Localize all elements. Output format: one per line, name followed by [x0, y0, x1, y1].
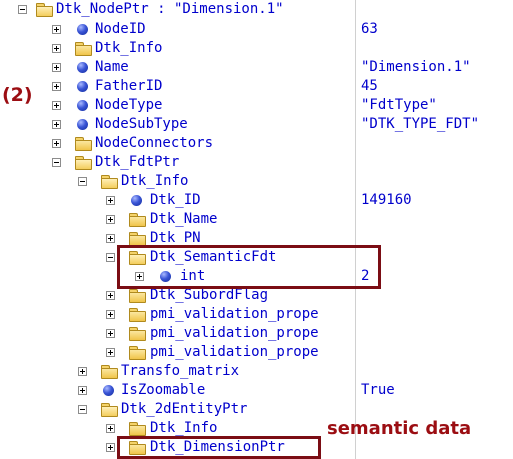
expand-toggle[interactable] — [106, 310, 115, 319]
collapse-toggle[interactable] — [78, 405, 87, 414]
node-value: True — [361, 382, 395, 398]
property-tree: Dtk_NodePtr : "Dimension.1" NodeID 63 Dt… — [0, 0, 513, 459]
property-ball-icon — [131, 195, 142, 206]
expand-toggle[interactable] — [106, 424, 115, 433]
folder-icon — [75, 42, 92, 56]
tree-row-transfo-matrix[interactable]: Transfo_matrix — [0, 362, 513, 381]
tree-row-nodetype[interactable]: NodeType "FdtType" — [0, 96, 513, 115]
expand-toggle[interactable] — [52, 101, 61, 110]
folder-icon — [129, 346, 146, 360]
tree-row-dtk-2dentityptr[interactable]: Dtk_2dEntityPtr — [0, 400, 513, 419]
node-label: NodeID — [95, 21, 146, 37]
node-label: Dtk_Info — [150, 420, 218, 436]
dimension-ptr-highlight-box — [117, 436, 321, 459]
folder-open-icon — [101, 403, 118, 417]
node-value: 149160 — [361, 192, 412, 208]
node-label: Dtk_ID — [150, 192, 201, 208]
expand-toggle[interactable] — [52, 63, 61, 72]
expand-toggle[interactable] — [106, 215, 115, 224]
folder-open-icon — [75, 156, 92, 170]
tree-row-pmi-validation-2[interactable]: pmi_validation_prope — [0, 324, 513, 343]
annotation-label-2: (2) — [2, 84, 33, 106]
tree-row-dtk-name[interactable]: Dtk_Name — [0, 210, 513, 229]
expand-toggle[interactable] — [106, 443, 115, 452]
property-ball-icon — [103, 385, 114, 396]
expand-toggle[interactable] — [106, 196, 115, 205]
annotation-semantic-data: semantic data — [327, 418, 472, 439]
node-label: FatherID — [95, 78, 163, 94]
folder-icon — [75, 137, 92, 151]
expand-toggle[interactable] — [106, 291, 115, 300]
node-value: 63 — [361, 21, 378, 37]
node-label: Transfo_matrix — [121, 363, 240, 379]
tree-row-pmi-validation-1[interactable]: pmi_validation_prope — [0, 305, 513, 324]
folder-icon — [129, 422, 146, 436]
tree-row-iszoomable[interactable]: IsZoomable True — [0, 381, 513, 400]
tree-row-root[interactable]: Dtk_NodePtr : "Dimension.1" — [0, 0, 513, 19]
expand-toggle[interactable] — [52, 82, 61, 91]
node-label: NodeType — [95, 97, 163, 113]
node-label: Dtk_SubordFlag — [150, 287, 269, 303]
semantic-fdt-highlight-box — [117, 245, 381, 289]
node-value: "Dimension.1" — [361, 59, 471, 75]
property-ball-icon — [77, 100, 88, 111]
node-label: Dtk_2dEntityPtr — [121, 401, 248, 417]
tree-row-dtk-info[interactable]: Dtk_Info — [0, 39, 513, 58]
expand-toggle[interactable] — [78, 386, 87, 395]
expand-toggle[interactable] — [52, 139, 61, 148]
tree-row-pmi-validation-3[interactable]: pmi_validation_prope — [0, 343, 513, 362]
folder-icon — [129, 308, 146, 322]
tree-row-name[interactable]: Name "Dimension.1" — [0, 58, 513, 77]
tree-row-nodeid[interactable]: NodeID 63 — [0, 20, 513, 39]
node-label: pmi_validation_prope — [150, 344, 319, 360]
node-label: pmi_validation_prope — [150, 306, 319, 322]
node-label: IsZoomable — [121, 382, 206, 398]
node-label: NodeSubType — [95, 116, 188, 132]
node-label: pmi_validation_prope — [150, 325, 319, 341]
node-label: Dtk_Name — [150, 211, 218, 227]
expand-toggle[interactable] — [106, 348, 115, 357]
property-ball-icon — [77, 24, 88, 35]
node-label: Dtk_Info — [121, 173, 189, 189]
collapse-toggle[interactable] — [18, 5, 27, 14]
folder-icon — [129, 289, 146, 303]
expand-toggle[interactable] — [52, 25, 61, 34]
node-label: NodeConnectors — [95, 135, 214, 151]
collapse-toggle[interactable] — [78, 177, 87, 186]
property-ball-icon — [77, 62, 88, 73]
folder-open-icon — [36, 3, 53, 17]
property-ball-icon — [77, 119, 88, 130]
folder-icon — [129, 232, 146, 246]
node-value: "FdtType" — [361, 97, 437, 113]
node-label: Name — [95, 59, 129, 75]
expand-toggle[interactable] — [106, 329, 115, 338]
tree-row-dtk-id[interactable]: Dtk_ID 149160 — [0, 191, 513, 210]
folder-open-icon — [101, 175, 118, 189]
collapse-toggle[interactable] — [52, 158, 61, 167]
tree-row-fdt-dtk-info[interactable]: Dtk_Info — [0, 172, 513, 191]
tree-row-nodeconnectors[interactable]: NodeConnectors — [0, 134, 513, 153]
expand-toggle[interactable] — [52, 44, 61, 53]
folder-icon — [101, 365, 118, 379]
property-ball-icon — [77, 81, 88, 92]
expand-toggle[interactable] — [52, 120, 61, 129]
expand-toggle[interactable] — [106, 234, 115, 243]
tree-row-fatherid[interactable]: FatherID 45 — [0, 77, 513, 96]
folder-icon — [129, 213, 146, 227]
folder-icon — [129, 327, 146, 341]
node-label: Dtk_FdtPtr — [95, 154, 180, 170]
collapse-toggle[interactable] — [106, 253, 115, 262]
tree-row-nodesubtype[interactable]: NodeSubType "DTK_TYPE_FDT" — [0, 115, 513, 134]
node-label: Dtk_Info — [95, 40, 163, 56]
node-label: Dtk_NodePtr : "Dimension.1" — [56, 1, 284, 17]
expand-toggle[interactable] — [78, 367, 87, 376]
node-value: "DTK_TYPE_FDT" — [361, 116, 480, 132]
node-value: 45 — [361, 78, 378, 94]
tree-row-dtk-fdtptr[interactable]: Dtk_FdtPtr — [0, 153, 513, 172]
